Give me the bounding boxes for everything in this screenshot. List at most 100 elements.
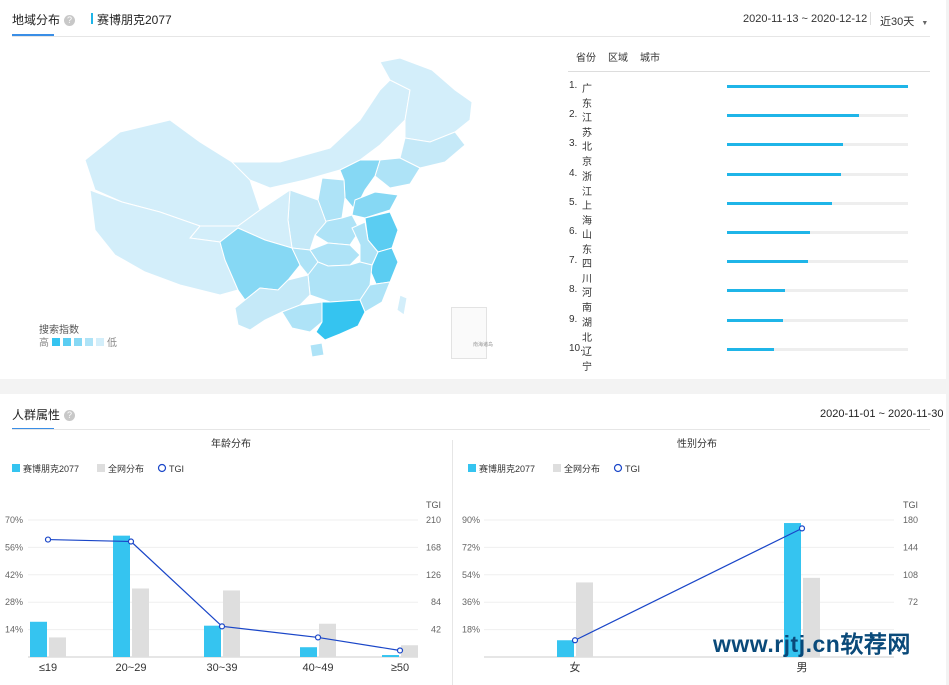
- legend-low-label: 低: [107, 338, 117, 349]
- rank-province-name: 河南: [582, 288, 592, 315]
- tab-region[interactable]: 区域: [608, 49, 628, 64]
- rank-bar-fill: [727, 85, 908, 88]
- legend-swatch: [468, 464, 476, 472]
- x-tick-label: 女: [570, 660, 581, 674]
- geo-date-range: 2020-11-13 ~ 2020-12-12: [743, 13, 868, 25]
- keyword-bar: [204, 625, 221, 657]
- legend-swatch: [52, 337, 60, 346]
- range-dropdown[interactable]: 近30天 ▼: [880, 13, 928, 29]
- tab-geo-distribution[interactable]: 地域分布?: [12, 11, 76, 28]
- legend-swatch: [97, 464, 105, 472]
- rank-number: 4.: [569, 167, 578, 179]
- legend-swatch: [74, 337, 82, 346]
- y-tick-label: 90%: [462, 515, 480, 525]
- rank-province-name: 江苏: [582, 113, 592, 140]
- keyword-bar: [113, 535, 130, 657]
- tgi-point: [571, 637, 579, 644]
- rank-bar-track: [727, 85, 908, 88]
- rank-province-name: 上海: [582, 200, 592, 227]
- rank-number: 7.: [569, 255, 578, 267]
- map-region-guangdong[interactable]: [315, 299, 366, 341]
- keyword-bar: [30, 621, 47, 657]
- x-tick-label: 20~29: [116, 662, 147, 674]
- y-tick-label: 14%: [5, 625, 23, 635]
- rank-province-name: 北京: [582, 142, 592, 169]
- rank-bar-fill: [727, 347, 775, 351]
- rank-bar-fill: [727, 201, 832, 205]
- rank-bar-track: [727, 172, 908, 176]
- help-icon[interactable]: ?: [64, 15, 76, 26]
- rank-bar-fill: [727, 260, 809, 264]
- legend-label: TGI: [625, 464, 640, 474]
- rank-province-name: 四川: [582, 259, 592, 286]
- map-region-hainan[interactable]: [309, 342, 325, 358]
- rank-bar-track: [727, 318, 908, 322]
- china-heat-map: [84, 57, 473, 358]
- tgi-point: [396, 647, 404, 654]
- header-divider: [12, 36, 930, 37]
- map-region-taiwan[interactable]: [396, 294, 408, 316]
- chart-title: 性别分布: [677, 437, 717, 450]
- tgi-point: [127, 538, 135, 545]
- y-tick-label: 36%: [462, 597, 480, 607]
- y2-tick-label: 144: [903, 542, 918, 552]
- tgi-point: [314, 634, 322, 641]
- overall-bar: [576, 582, 593, 657]
- legend-label: 全网分布: [564, 463, 600, 474]
- geo-distribution-card: 地域分布? 赛博朋克2077 2020-11-13 ~ 2020-12-12 近…: [0, 0, 946, 379]
- overall-bar: [223, 590, 240, 657]
- ranking-divider: [568, 71, 930, 72]
- keyword-bar: [382, 655, 399, 657]
- caret-down-icon: ▼: [921, 20, 929, 27]
- keyword-color-marker: [91, 13, 93, 24]
- y2-tick-label: 108: [903, 570, 918, 580]
- rank-province-name: 山东: [582, 230, 592, 256]
- rank-number: 1.: [569, 80, 578, 91]
- legend-swatch: [63, 337, 71, 346]
- legend-high-label: 高: [39, 338, 49, 349]
- rank-number: 9.: [569, 313, 578, 325]
- legend-line-marker: [157, 463, 167, 473]
- y2-axis-label: TGI: [426, 500, 441, 510]
- y-tick-label: 72%: [462, 542, 480, 552]
- keyword-label: 赛博朋克2077: [97, 13, 172, 27]
- south-china-sea-inset: [451, 307, 487, 359]
- rank-bar-track: [727, 114, 908, 118]
- rank-bar-track: [727, 260, 908, 264]
- y-tick-label: 18%: [462, 625, 480, 635]
- tab-geo-label: 地域分布: [12, 13, 61, 27]
- rank-bar-fill: [727, 143, 843, 147]
- y-tick-label: 54%: [462, 570, 480, 580]
- legend-swatch: [85, 337, 93, 346]
- rank-number: 8.: [569, 284, 578, 296]
- x-tick-label: 30~39: [207, 662, 238, 674]
- watermark-text: www.rjtj.cn软荐网: [713, 631, 911, 657]
- legend-label: TGI: [169, 464, 184, 474]
- y-tick-label: 28%: [5, 597, 23, 607]
- rank-bar-track: [727, 231, 908, 234]
- rank-bar-track: [727, 347, 908, 351]
- rank-province-name: 辽宁: [582, 346, 592, 373]
- south-china-sea-label: 南海诸岛: [473, 342, 494, 348]
- tab-city[interactable]: 城市: [640, 49, 660, 64]
- chart-title: 年龄分布: [211, 437, 251, 450]
- y2-axis-label: TGI: [903, 500, 918, 510]
- rank-bar-fill: [727, 114, 860, 118]
- y2-tick-label: 84: [431, 597, 441, 607]
- x-tick-label: ≤19: [39, 662, 57, 674]
- rank-bar-track: [727, 289, 908, 293]
- tab-province[interactable]: 省份: [576, 49, 596, 64]
- divider: [870, 12, 871, 25]
- x-tick-label: ≥50: [391, 662, 409, 674]
- y2-tick-label: 126: [426, 570, 441, 580]
- legend-swatch: [96, 337, 104, 346]
- legend-swatch: [12, 464, 20, 472]
- map-legend: 高 低: [39, 334, 117, 349]
- rank-province-name: 湖北: [582, 317, 592, 344]
- y-tick-label: 56%: [5, 542, 23, 552]
- x-tick-label: 男: [797, 662, 808, 674]
- rank-bar-track: [727, 143, 908, 147]
- ranking-tabs: 省份 区域 城市: [576, 49, 660, 64]
- range-dropdown-label: 近30天: [880, 16, 915, 28]
- rank-bar-fill: [727, 231, 811, 234]
